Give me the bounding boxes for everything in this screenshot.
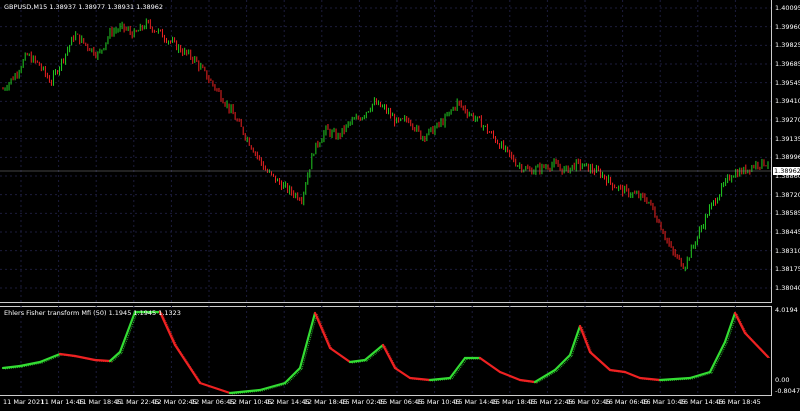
time-label: 11 Mar 2021 — [3, 398, 45, 406]
fisher-line — [708, 340, 727, 374]
fisher-line — [73, 354, 97, 362]
fisher-line — [743, 331, 770, 359]
signal-line — [366, 345, 386, 362]
price-label: 1.38585 — [775, 209, 800, 218]
fisher-line — [283, 366, 302, 385]
price-label: 1.38720 — [775, 190, 800, 199]
signal-line — [451, 358, 468, 380]
fisher-line — [448, 356, 467, 380]
signal-line — [711, 342, 728, 374]
fisher-line — [173, 343, 202, 385]
indicator-scale-label: 4.0194 — [775, 306, 798, 314]
signal-line — [581, 326, 593, 354]
fisher-line — [381, 343, 397, 370]
fisher-line — [723, 311, 737, 344]
fisher-line — [733, 311, 747, 335]
fisher-line — [313, 311, 332, 350]
fisher-line — [118, 310, 137, 354]
fisher-line — [533, 368, 557, 384]
fisher-line — [228, 388, 262, 395]
price-label: 1.39825 — [775, 41, 800, 50]
price-label: 1.38040 — [775, 284, 800, 292]
price-label: 1.39545 — [775, 78, 800, 87]
signal-line — [316, 313, 333, 350]
fisher-line — [658, 376, 692, 382]
fisher-line — [298, 311, 317, 370]
indicator-scale-label: -0.8047 — [775, 387, 800, 395]
signal-line — [301, 313, 318, 370]
signal-line — [176, 345, 203, 385]
fisher-line — [588, 350, 612, 372]
fisher-line — [553, 353, 572, 372]
price-label: 1.40095 — [775, 4, 800, 12]
price-label: 1.39685 — [775, 60, 800, 68]
price-label: 1.38996 — [775, 153, 800, 162]
chart-title: GBPUSD,M15 1.38937 1.38977 1.38931 1.389… — [4, 3, 164, 11]
signal-line — [736, 313, 748, 335]
chart-canvas — [0, 0, 771, 395]
fisher-line — [38, 352, 62, 364]
signal-line — [161, 312, 178, 347]
signal-line — [746, 333, 771, 359]
price-label: 1.39135 — [775, 134, 800, 143]
signal-line — [286, 368, 303, 385]
fisher-line — [258, 381, 287, 392]
indicator-title: Ehlers Fisher transform Mfi (50) 1.1945 … — [4, 309, 181, 317]
price-label: 1.38445 — [775, 228, 800, 236]
price-label: 1.38310 — [775, 246, 800, 255]
time-label: 16 Mar 18:45 — [717, 398, 761, 406]
fisher-line — [363, 343, 385, 362]
signal-line — [121, 312, 138, 354]
signal-line — [384, 345, 398, 370]
indicator-scale-label: 0.00 — [775, 376, 790, 384]
price-label: 1.39960 — [775, 22, 800, 31]
fisher-line — [578, 324, 592, 354]
current-price-badge: 1.38962 — [773, 167, 800, 175]
price-label: 1.39270 — [775, 116, 800, 124]
price-label: 1.39410 — [775, 97, 800, 106]
fisher-line — [568, 324, 582, 357]
price-label: 1.38175 — [775, 265, 800, 274]
signal-line — [556, 355, 573, 372]
